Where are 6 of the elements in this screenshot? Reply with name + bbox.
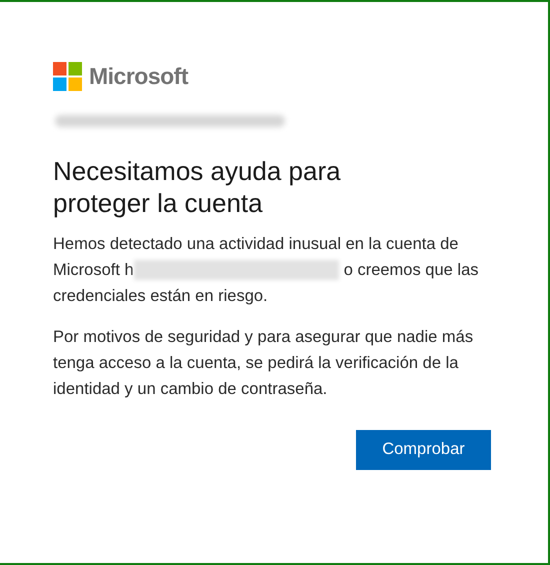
logo-icon (53, 62, 82, 91)
check-button[interactable]: Comprobar (356, 430, 491, 470)
brand-name: Microsoft (89, 62, 188, 91)
body-paragraph: Hemos detectado una actividad inusual en la cuenta de Microsoft h o creemos que las credenciales están en riesgo. (53, 234, 480, 306)
body-paragraph: Por motivos de seguridad y para asegurar que nadie más tenga acceso a la cuenta, se pedirá la verificación de la identidad y un cambio de contraseña. (53, 326, 474, 400)
page-title: Necesitamos ayuda para proteger la cuenta (53, 154, 342, 218)
